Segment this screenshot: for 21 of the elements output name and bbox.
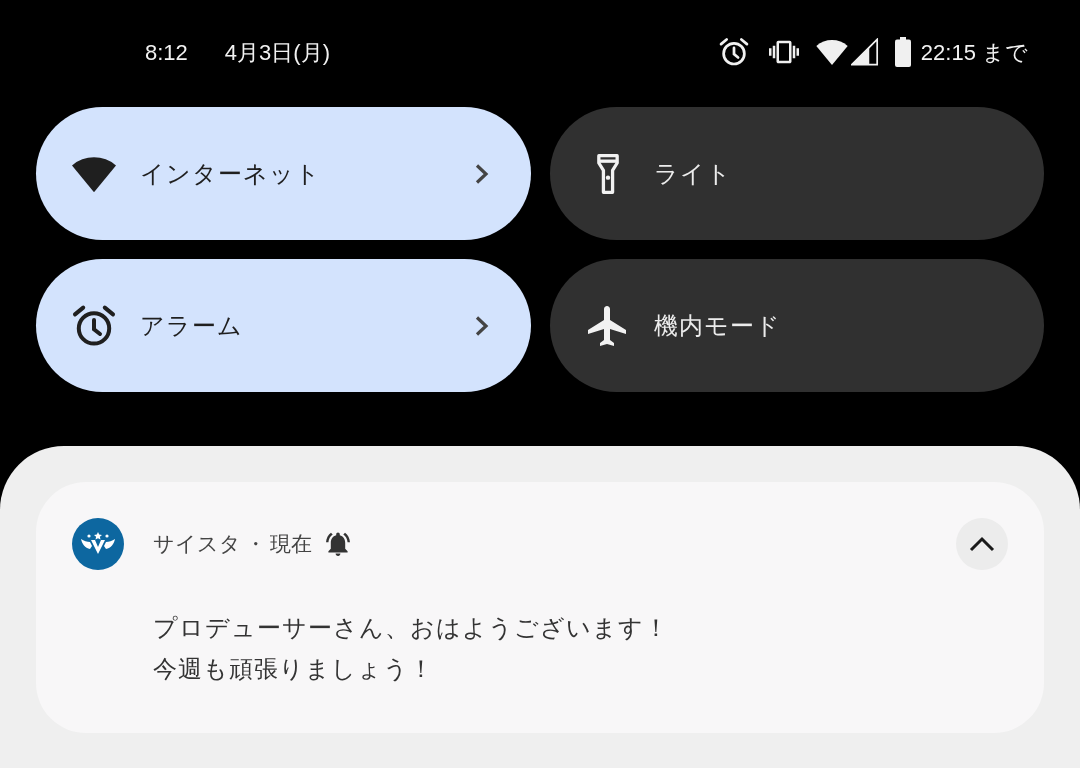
signal-icon: [850, 38, 879, 66]
quick-settings-tile[interactable]: インターネット: [36, 107, 531, 240]
collapse-button[interactable]: [956, 518, 1008, 570]
caret-up-icon: [969, 536, 995, 552]
battery-icon: [894, 37, 911, 67]
message-text: 今週も頑張りましょう！: [153, 654, 434, 684]
wifi-icon: [815, 39, 848, 65]
winged-emblem-icon: [72, 518, 124, 570]
date-text: 4月3日(月): [224, 38, 330, 67]
notification-time-text: 現在: [270, 531, 312, 558]
app-name-text: サイスタ: [153, 531, 241, 558]
message-text: プロデューサーさん、おはようございます！: [153, 613, 669, 643]
quick-settings-tile[interactable]: アラーム: [36, 259, 531, 392]
quick-settings-tile[interactable]: ライト: [549, 107, 1044, 240]
separator-dot: ・: [245, 531, 266, 558]
clock-text: 8:12: [145, 38, 188, 67]
alarm-clock-icon: [72, 303, 116, 348]
alarm-clock-icon: [718, 37, 749, 67]
notification-card[interactable]: サイスタ ・ 現在 プロデューサーさん、おはようございます！ 今週も頑張りましょう！: [36, 482, 1044, 733]
quick-settings-tile[interactable]: 機内モード: [549, 259, 1044, 392]
battery-time-text: 22:15 まで: [920, 38, 1028, 67]
